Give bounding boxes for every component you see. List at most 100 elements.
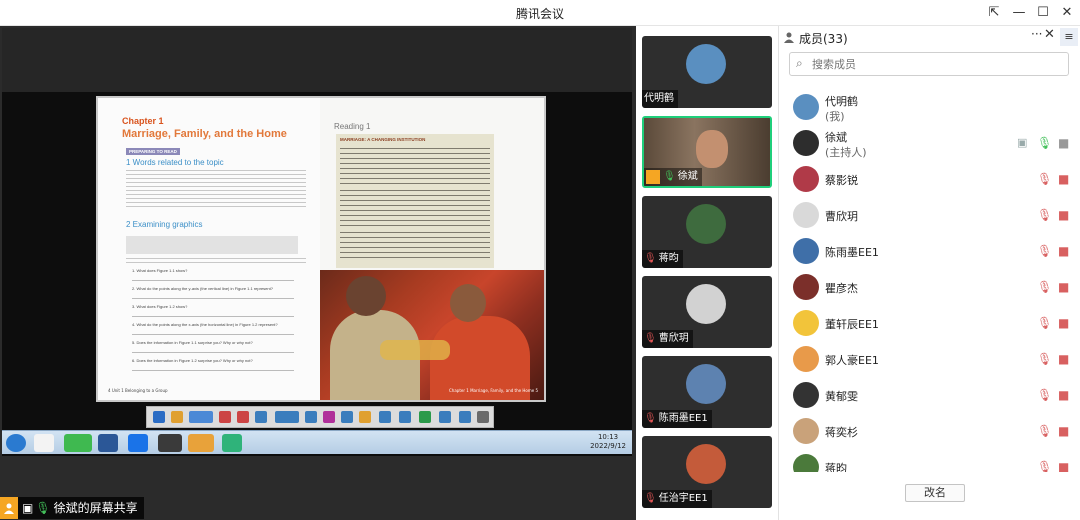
member-row[interactable]: 代明鹤 (我) — [779, 90, 1080, 126]
textbook-right-page: Reading 1 MARRIAGE: A CHANGING INSTITUTI… — [320, 98, 544, 400]
view-mode-icon[interactable] — [189, 411, 213, 423]
camera-off-icon[interactable]: ■ — [1058, 460, 1069, 472]
user-icon — [0, 497, 18, 519]
close-button[interactable]: ✕ — [1058, 4, 1076, 22]
os-taskbar: 10:13 2022/9/12 — [2, 430, 632, 454]
question-2: 2. What do the points along the y-axis (… — [132, 286, 273, 291]
mic-off-icon[interactable]: 🎙 — [1037, 208, 1052, 222]
system-clock: 10:13 2022/9/12 — [590, 433, 626, 451]
avatar — [686, 284, 726, 324]
member-row[interactable]: 董轩辰EE1 🎙 ■ — [779, 306, 1080, 342]
file-icon[interactable] — [34, 434, 54, 452]
mic-off-icon[interactable]: 🎙 — [1037, 316, 1052, 330]
camera-icon[interactable]: ■ — [1058, 136, 1069, 150]
camera-off-icon[interactable]: ■ — [1058, 280, 1069, 294]
video-tile[interactable]: 🎙 陈雨墨EE1 — [642, 356, 772, 428]
pen-icon[interactable] — [439, 411, 451, 423]
next-page-icon[interactable] — [305, 411, 317, 423]
member-row[interactable]: 蒋昀 🎙 ■ — [779, 450, 1080, 472]
member-search-input[interactable] — [812, 55, 1062, 73]
annotate-icon[interactable] — [419, 411, 431, 423]
prepare-tag: PREPARING TO READ — [126, 148, 180, 155]
highlight-icon[interactable] — [359, 411, 371, 423]
mic-off-icon: 🎙 — [644, 493, 657, 504]
tile-name: 蒋昀 — [658, 253, 679, 264]
fullscreen-icon[interactable] — [459, 411, 471, 423]
screen-share-label: ▣ 🎙 徐斌的屏幕共享 — [0, 497, 144, 519]
camera-off-icon[interactable]: ■ — [1058, 424, 1069, 438]
close-doc-icon[interactable] — [477, 411, 489, 423]
close-panel-button[interactable]: ✕ — [1044, 27, 1055, 42]
host-icon — [646, 170, 660, 184]
member-row[interactable]: 黄郁雯 🎙 ■ — [779, 378, 1080, 414]
section-heading-1: 1 Words related to the topic — [126, 158, 224, 167]
mic-off-icon[interactable]: 🎙 — [1037, 460, 1052, 472]
prev-page-icon[interactable] — [153, 411, 165, 423]
member-row[interactable]: 瞿彦杰 🎙 ■ — [779, 270, 1080, 306]
minimize-button[interactable]: — — [1010, 4, 1028, 22]
mic-off-icon[interactable]: 🎙 — [1037, 280, 1052, 294]
member-row[interactable]: 郭人豪EE1 🎙 ■ — [779, 342, 1080, 378]
video-tiles: 代明鹤 🎙 徐斌 🎙 蒋昀 🎙 曹欣玥 🎙 陈雨墨EE1 🎙 任治宇EE1 — [636, 26, 778, 520]
mic-off-icon[interactable]: 🎙 — [1037, 424, 1052, 438]
rename-button[interactable]: 改名 — [905, 484, 965, 502]
member-row[interactable]: 蔡影锐 🎙 ■ — [779, 162, 1080, 198]
mic-off-icon[interactable]: 🎙 — [1037, 352, 1052, 366]
shared-desktop: Chapter 1 Marriage, Family, and the Home… — [2, 28, 632, 456]
video-tile-active-speaker[interactable]: 🎙 徐斌 — [642, 116, 772, 188]
wechat-icon[interactable] — [64, 434, 92, 452]
browser-icon[interactable] — [188, 434, 214, 452]
avatar — [793, 418, 819, 444]
member-search[interactable]: ⌕ — [789, 52, 1069, 76]
camera-off-icon[interactable]: ■ — [1058, 244, 1069, 258]
screen-share-stage[interactable]: Chapter 1 Marriage, Family, and the Home… — [0, 26, 636, 520]
member-row[interactable]: 徐斌 (主持人) ▣ 🎙 ■ — [779, 126, 1080, 162]
camera-off-icon[interactable]: ■ — [1058, 388, 1069, 402]
video-tile[interactable]: 🎙 蒋昀 — [642, 196, 772, 268]
camera-off-icon[interactable]: ■ — [1058, 208, 1069, 222]
more-options-icon[interactable]: ··· — [1031, 27, 1042, 41]
share-owner-name: 徐斌的屏幕共享 — [53, 501, 138, 515]
media-icon[interactable] — [158, 434, 182, 452]
bookmark-icon[interactable] — [341, 411, 353, 423]
avatar — [793, 130, 819, 156]
video-tile[interactable]: 🎙 曹欣玥 — [642, 276, 772, 348]
tile-name: 任治宇EE1 — [658, 493, 708, 504]
mic-off-icon: 🎙 — [644, 333, 657, 344]
mic-on-icon[interactable]: 🎙 — [1037, 136, 1052, 150]
video-tile[interactable]: 代明鹤 — [642, 36, 772, 108]
open-folder-icon[interactable] — [171, 411, 183, 423]
link-icon[interactable] — [323, 411, 335, 423]
rotate-icon[interactable] — [255, 411, 267, 423]
app-icon[interactable] — [222, 434, 242, 452]
word-icon[interactable] — [98, 434, 118, 452]
mic-off-icon[interactable]: 🎙 — [1037, 388, 1052, 402]
pin-icon[interactable]: ⇱ — [985, 4, 1003, 22]
member-name: 董轩辰EE1 — [825, 318, 879, 331]
print-icon[interactable] — [379, 411, 391, 423]
mic-off-icon[interactable]: 🎙 — [1037, 244, 1052, 258]
save-icon[interactable] — [399, 411, 411, 423]
instruction-callout — [126, 236, 298, 254]
camera-off-icon[interactable]: ■ — [1058, 316, 1069, 330]
meeting-app-icon[interactable] — [128, 434, 148, 452]
mic-off-icon: 🎙 — [644, 413, 657, 424]
camera-off-icon[interactable]: ■ — [1058, 352, 1069, 366]
avatar — [793, 166, 819, 192]
camera-off-icon[interactable]: ■ — [1058, 172, 1069, 186]
member-row[interactable]: 曹欣玥 🎙 ■ — [779, 198, 1080, 234]
zoom-in-icon[interactable] — [219, 411, 231, 423]
mic-off-icon[interactable]: 🎙 — [1037, 172, 1052, 186]
section-heading-2: 2 Examining graphics — [126, 220, 203, 229]
page-number-icon[interactable] — [275, 411, 299, 423]
avatar — [793, 202, 819, 228]
clock-date: 2022/9/12 — [590, 442, 626, 450]
member-row[interactable]: 陈雨墨EE1 🎙 ■ — [779, 234, 1080, 270]
start-button-icon[interactable] — [6, 434, 26, 452]
mic-on-icon: 🎙 — [663, 171, 676, 182]
panel-menu-icon[interactable]: ≡ — [1060, 28, 1078, 46]
zoom-out-icon[interactable] — [237, 411, 249, 423]
maximize-button[interactable]: ☐ — [1034, 4, 1052, 22]
member-row[interactable]: 蒋奕杉 🎙 ■ — [779, 414, 1080, 450]
video-tile[interactable]: 🎙 任治宇EE1 — [642, 436, 772, 508]
